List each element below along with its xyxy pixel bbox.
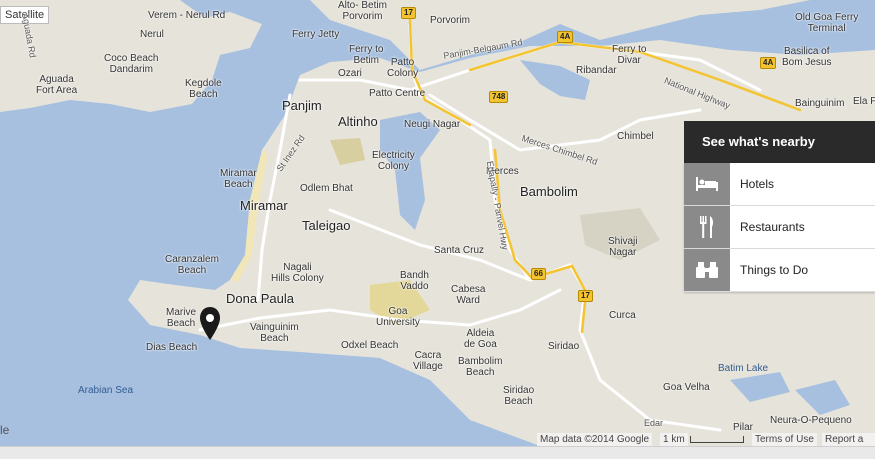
place-label: Chimbel [617,131,654,142]
place-label: Siridao [548,341,580,352]
nearby-title: See what's nearby [684,121,875,163]
place-label: Bainguinim [795,98,845,109]
location-pin-icon[interactable] [198,306,222,342]
place-label: Goa University [376,306,420,328]
place-label: Odlem Bhat [300,183,353,194]
place-label: Old Goa Ferry Terminal [795,12,859,34]
map-data-attribution: Map data ©2014 Google [537,433,653,446]
nearby-item-label: Restaurants [740,220,805,234]
nearby-item-label: Things to Do [740,263,809,277]
place-label: Altinho [338,114,378,129]
binoculars-icon [684,249,730,291]
place-label: Dona Paula [226,291,294,306]
highway-shield: 748 [489,91,509,103]
bed-icon [684,163,730,205]
highway-shield: 4A [760,57,777,69]
place-label: Dias Beach [146,342,198,353]
sea-label: Arabian Sea [78,385,134,396]
place-label: Miramar Beach [220,168,257,190]
place-label: Marive Beach [166,307,197,329]
place-label: Electricity Colony [372,150,415,172]
place-label: Bandh Vaddo [400,270,429,292]
place-label: Vainguinim Beach [250,322,299,344]
place-label: Ferry to Betim [349,44,384,66]
place-label: Odxel Beach [341,340,399,351]
fork-knife-icon [684,206,730,248]
place-label: Nagali Hills Colony [271,262,324,284]
lake-label: Batim Lake [718,363,769,374]
highway-shield: 17 [401,7,416,19]
place-label: Kegdole Beach [185,78,222,100]
place-label: Shivaji Nagar [608,236,638,258]
road-label: Verem - Nerul Rd [148,10,226,21]
highway-shield: 66 [531,268,546,280]
place-label: Neugi Nagar [404,119,461,130]
google-logo[interactable]: le [0,423,9,437]
road-label: Edar [644,418,664,428]
nearby-item-hotels[interactable]: Hotels [684,163,875,206]
city-label: Panjim [282,98,322,113]
map-view[interactable]: Satellite Verem - Nerul Rd Alto- Betim P… [0,0,875,459]
place-label: Alto- Betim Porvorim [338,0,387,22]
place-label: Miramar [240,198,288,213]
place-label: Porvorim [430,15,471,26]
place-label: Bambolim Beach [458,356,503,378]
place-label: Neura-O-Pequeno [770,415,852,426]
place-label: Goa Velha [663,382,710,393]
scale-label: 1 km [660,433,688,446]
place-label: Bambolim [520,184,578,199]
place-label: Taleigao [302,218,351,233]
highway-shield: 17 [578,290,593,302]
terms-link[interactable]: Terms of Use [752,433,817,446]
nearby-item-restaurants[interactable]: Restaurants [684,206,875,249]
place-label: Patto Colony [387,57,419,79]
place-label: Aldeia de Goa [464,328,497,350]
place-label: Ribandar [576,65,617,76]
place-label: Cacra Village [413,350,443,372]
place-label: Pilar [733,422,754,433]
place-label: Basilica of Bom Jesus [782,46,832,68]
place-label: Cabesa Ward [451,284,486,306]
place-label: Nerul [140,29,164,40]
place-label: Ferry to Divar [612,44,647,66]
place-label: Caranzalem Beach [165,254,219,276]
place-label: Siridao Beach [503,385,535,407]
report-link[interactable]: Report a m [822,433,875,458]
bottom-bar [0,446,875,459]
place-label: Curca [609,310,636,321]
place-label: Patto Centre [369,88,426,99]
nearby-panel: See what's nearby Hotels Restaurants Thi… [684,121,875,292]
nearby-item-things-to-do[interactable]: Things to Do [684,249,875,292]
place-label: Ela F [853,96,875,107]
place-label: Aguada Fort Area [36,74,78,96]
place-label: Santa Cruz [434,245,485,256]
highway-shield: 4A [557,31,574,43]
place-label: Coco Beach Dandarim [104,53,159,75]
nearby-item-label: Hotels [740,177,775,191]
place-label: Ozari [338,68,362,79]
place-label: Ferry Jetty [292,29,340,40]
scale-bar [690,436,744,443]
